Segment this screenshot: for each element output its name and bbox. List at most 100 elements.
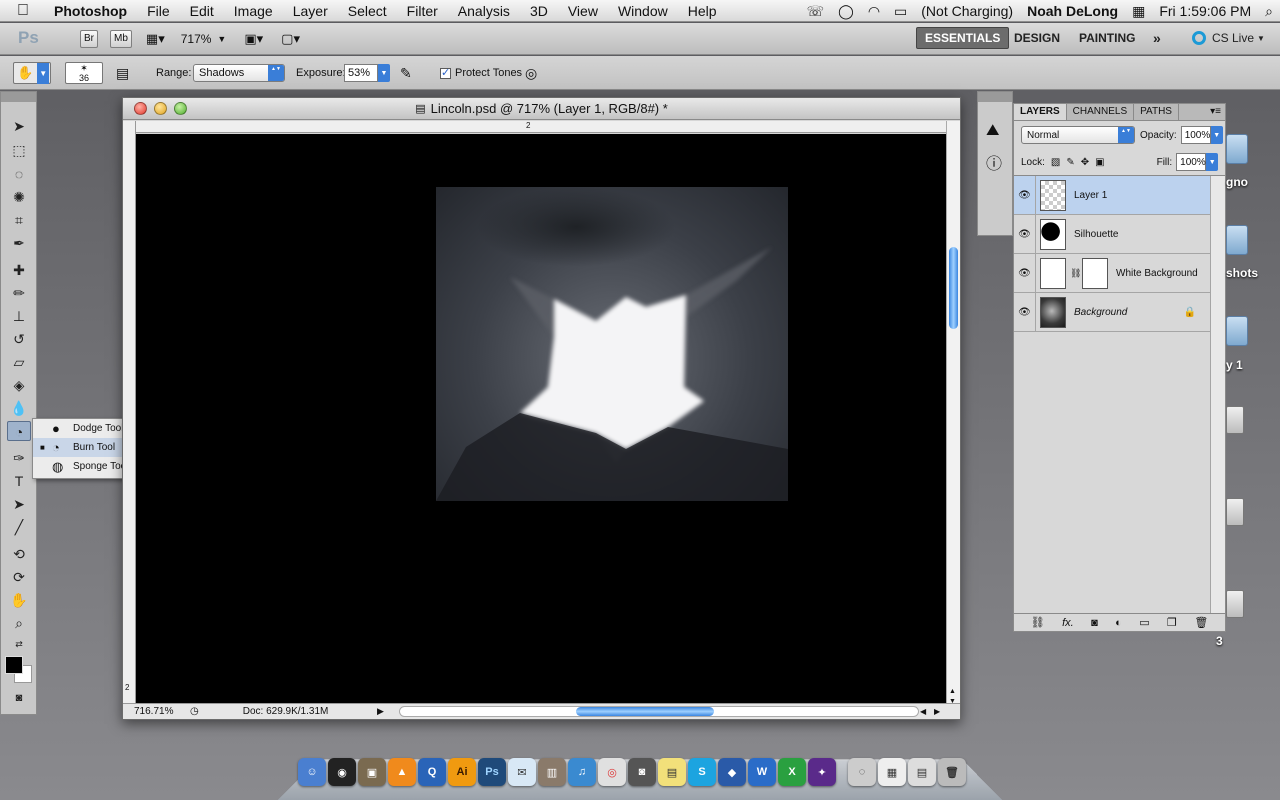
desktop-device-icon[interactable]: [1226, 498, 1244, 526]
desktop-folder-icon[interactable]: [1226, 134, 1248, 164]
layer-row-layer-1[interactable]: 👁 Layer 1: [1014, 176, 1210, 215]
zoom-chevron-icon[interactable]: ▼: [217, 34, 226, 44]
status-expand-arrow-icon[interactable]: ▶: [377, 706, 384, 717]
exposure-input[interactable]: 53%: [344, 64, 378, 82]
marquee-tool-icon[interactable]: ⬚: [7, 140, 31, 160]
menu-edit[interactable]: Edit: [180, 3, 224, 19]
visibility-eye-icon[interactable]: 👁: [1014, 254, 1036, 292]
delete-layer-icon[interactable]: 🗑: [1194, 616, 1208, 629]
lasso-tool-icon[interactable]: ◌: [7, 164, 31, 184]
horizontal-ruler[interactable]: 2: [136, 121, 948, 133]
user-name[interactable]: Noah DeLong: [1020, 3, 1125, 19]
lock-transparent-icon[interactable]: ▧: [1051, 157, 1060, 168]
zoom-tool-icon[interactable]: ⌕: [7, 613, 31, 633]
dock-itunes-icon[interactable]: ♫: [568, 758, 596, 786]
menu-help[interactable]: Help: [678, 3, 727, 19]
menu-filter[interactable]: Filter: [397, 3, 448, 19]
healing-brush-tool-icon[interactable]: ✚: [7, 260, 31, 280]
dock-maps-icon[interactable]: ◆: [718, 758, 746, 786]
quick-mask-icon[interactable]: ◙: [7, 688, 31, 708]
opacity-input[interactable]: 100%: [1180, 126, 1211, 144]
zoom-window-button[interactable]: [174, 102, 187, 115]
clock[interactable]: Fri 1:59:06 PM: [1152, 3, 1258, 19]
hand-tool-icon[interactable]: ✋: [7, 590, 31, 610]
scroll-right-arrow-icon[interactable]: ▶: [934, 707, 940, 716]
tab-channels[interactable]: CHANNELS: [1067, 104, 1135, 120]
brush-panel-toggle-icon[interactable]: ▤: [116, 62, 129, 84]
menu-select[interactable]: Select: [338, 3, 397, 19]
dock-quicktime-icon[interactable]: Q: [418, 758, 446, 786]
menu-3d[interactable]: 3D: [520, 3, 558, 19]
arrange-documents-icon[interactable]: ▣▾: [244, 31, 263, 47]
pen-tool-icon[interactable]: ✑: [7, 448, 31, 468]
layer-mask-thumbnail[interactable]: [1082, 257, 1108, 289]
3d-rotate-tool-icon[interactable]: ⟲: [7, 544, 31, 564]
horizontal-scroll-thumb[interactable]: [576, 707, 714, 716]
history-brush-tool-icon[interactable]: ↺: [7, 329, 31, 349]
chat-icon[interactable]: ◯: [831, 3, 861, 20]
layer-row-silhouette[interactable]: 👁 Silhouette: [1014, 215, 1210, 254]
layer-row-white-background[interactable]: 👁 ⛓ White Background: [1014, 254, 1210, 293]
dock-chrome-icon[interactable]: ◎: [598, 758, 626, 786]
quick-selection-tool-icon[interactable]: ✺: [7, 187, 31, 207]
3d-orbit-tool-icon[interactable]: ⟳: [7, 567, 31, 587]
exposure-slider-toggle[interactable]: ▼: [378, 64, 390, 82]
brush-preset-picker[interactable]: ✶ 36: [65, 62, 103, 84]
tool-preset-picker[interactable]: ✋ ▼: [13, 62, 51, 84]
minimize-window-button[interactable]: [154, 102, 167, 115]
dock-stickies-icon[interactable]: ▤: [658, 758, 686, 786]
document-title-bar[interactable]: ▤ Lincoln.psd @ 717% (Layer 1, RGB/8#) *: [123, 98, 960, 120]
dock-illustrator-icon[interactable]: Ai: [448, 758, 476, 786]
menu-file[interactable]: File: [137, 3, 180, 19]
workspace-essentials[interactable]: ESSENTIALS: [916, 27, 1010, 49]
range-select[interactable]: Shadows: [193, 64, 285, 82]
zoom-status[interactable]: 716.71%: [134, 706, 186, 717]
dock-word-icon[interactable]: W: [748, 758, 776, 786]
vertical-ruler[interactable]: 2: [123, 121, 136, 705]
dock-vlc-icon[interactable]: ▲: [388, 758, 416, 786]
desktop-folder-icon[interactable]: [1226, 225, 1248, 255]
visibility-eye-icon[interactable]: 👁: [1014, 176, 1036, 214]
lock-all-icon[interactable]: ▣: [1095, 157, 1104, 168]
histogram-panel-icon[interactable]: ⛰: [986, 122, 999, 140]
apple-menu-icon[interactable]: : [0, 2, 46, 20]
layer-style-icon[interactable]: fx.: [1062, 617, 1074, 629]
phone-icon[interactable]: ☏: [800, 3, 832, 20]
dock-preview-icon[interactable]: ▥: [538, 758, 566, 786]
dock-skype-icon[interactable]: S: [688, 758, 716, 786]
workspace-painting[interactable]: PAINTING: [1071, 27, 1143, 49]
dock-iphoto-icon[interactable]: ▣: [358, 758, 386, 786]
new-layer-icon[interactable]: ❐: [1167, 616, 1177, 629]
adjustment-layer-icon[interactable]: ◐: [1115, 617, 1122, 629]
desktop-device-icon[interactable]: [1226, 406, 1244, 434]
screen-mode-icon[interactable]: ▢▾: [281, 31, 300, 47]
fill-input[interactable]: 100%: [1176, 153, 1207, 171]
battery-icon[interactable]: ▭: [887, 3, 914, 20]
dock-trash-icon[interactable]: 🗑: [938, 758, 966, 786]
spotlight-icon[interactable]: ⌕: [1258, 3, 1280, 20]
canvas[interactable]: [136, 134, 948, 705]
layer-row-background[interactable]: 👁 Background 🔒: [1014, 293, 1210, 332]
dock-photoshop-icon[interactable]: Ps: [478, 758, 506, 786]
tab-paths[interactable]: PATHS: [1134, 104, 1179, 120]
menu-layer[interactable]: Layer: [283, 3, 338, 19]
mini-bridge-button[interactable]: Mb: [110, 29, 132, 48]
info-panel-icon[interactable]: ⓘ: [986, 150, 1002, 174]
vertical-scroll-thumb[interactable]: [949, 247, 958, 329]
paint-bucket-tool-icon[interactable]: ◈: [7, 375, 31, 395]
dock-files-icon[interactable]: ▤: [908, 758, 936, 786]
scroll-up-arrow-icon[interactable]: ▲: [949, 688, 956, 695]
layers-scrollbar[interactable]: [1210, 176, 1225, 614]
dock-excel-icon[interactable]: X: [778, 758, 806, 786]
panel-menu-icon[interactable]: ▾≡: [1206, 104, 1225, 120]
zoom-level-dropdown[interactable]: 717%: [181, 32, 212, 46]
desktop-device-icon[interactable]: [1226, 590, 1244, 618]
dock-space-icon[interactable]: ✦: [808, 758, 836, 786]
calendar-icon[interactable]: ▦: [1125, 3, 1152, 20]
eraser-tool-icon[interactable]: ▱: [7, 352, 31, 372]
tab-layers[interactable]: LAYERS: [1014, 104, 1067, 120]
line-tool-icon[interactable]: ╱: [7, 517, 31, 537]
fill-slider-toggle[interactable]: ▼: [1206, 153, 1219, 171]
panel-grip[interactable]: [978, 92, 1012, 102]
lock-image-icon[interactable]: ✎: [1066, 157, 1074, 168]
